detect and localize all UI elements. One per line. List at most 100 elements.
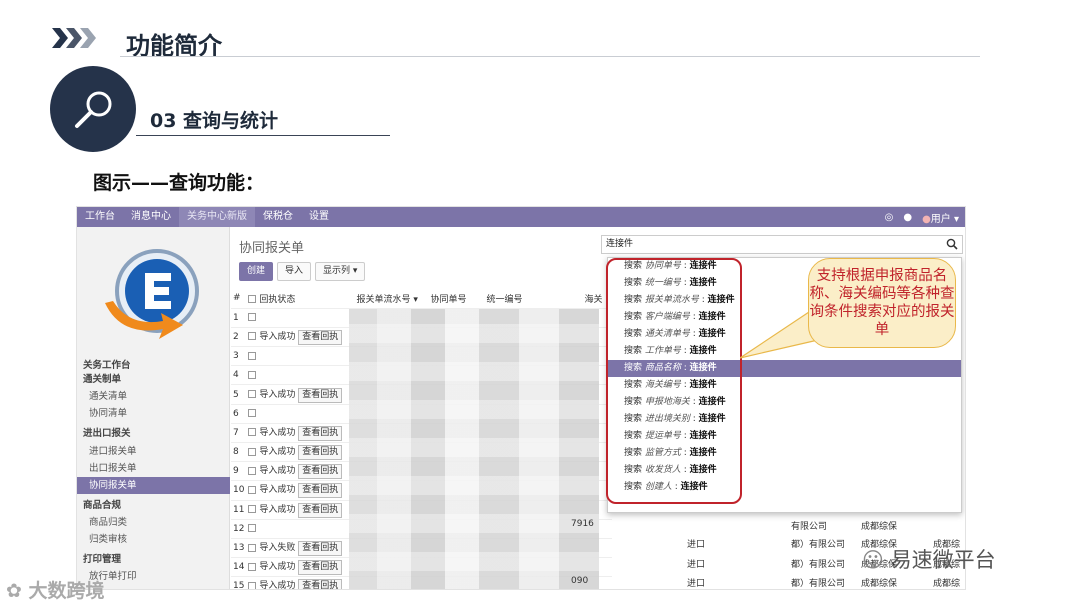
view-receipt-button[interactable]: 查看回执	[298, 464, 343, 480]
row-checkbox[interactable]	[248, 351, 257, 360]
row-checkbox[interactable]	[248, 485, 257, 494]
view-receipt-button[interactable]: 查看回执	[298, 560, 343, 576]
row-status: 导入成功	[259, 485, 296, 496]
search-icon[interactable]	[946, 238, 958, 250]
row-checkbox[interactable]	[248, 505, 257, 514]
row-status-cell: 导入成功 查看回执	[246, 557, 355, 578]
section-title: 03 查询与统计	[150, 110, 279, 132]
row-region-extra: 成都综	[933, 579, 961, 589]
view-receipt-button[interactable]: 查看回执	[298, 387, 343, 403]
row-checkbox[interactable]	[248, 466, 257, 475]
watermark-right: ☺ 易速微平台	[862, 548, 996, 572]
sidebar-item-export-declaration[interactable]: 出口报关单	[77, 460, 230, 477]
help-icon[interactable]: ◎	[885, 212, 894, 223]
row-index: 11	[231, 500, 247, 520]
row-index: 3	[231, 346, 247, 367]
view-receipt-button[interactable]: 查看回执	[298, 329, 343, 345]
sidebar: 关务工作台 通关制单 通关清单 协同清单 进出口报关 进口报关单 出口报关单 协…	[77, 227, 230, 589]
row-checkbox[interactable]	[248, 313, 257, 322]
figure-label: 图示——查询功能：	[93, 172, 265, 194]
row-serial-fragment: 7916	[571, 519, 594, 529]
col-header-index: #	[231, 289, 247, 309]
row-status-cell: 导入成功 查看回执	[246, 480, 355, 501]
row-checkbox[interactable]	[248, 332, 257, 341]
row-port: 进口	[687, 540, 706, 550]
row-status: 导入成功	[259, 466, 296, 477]
row-status-cell: 导入失败 查看回执	[246, 538, 355, 559]
row-status: 导入成功	[259, 581, 296, 590]
row-status-cell: 导入成功 查看回执	[246, 327, 355, 348]
row-checkbox[interactable]	[248, 562, 257, 571]
row-company: 都）有限公司	[791, 579, 846, 589]
row-status-cell	[246, 365, 355, 386]
row-checkbox[interactable]	[248, 390, 257, 399]
sidebar-item-import-declaration[interactable]: 进口报关单	[77, 443, 230, 460]
sidebar-item-import-export[interactable]: 进出口报关	[77, 425, 230, 442]
row-status-cell	[246, 346, 355, 367]
row-status: 导入失败	[259, 543, 296, 554]
row-status-cell: 导入成功 查看回执	[246, 500, 355, 520]
sidebar-item-compliance[interactable]: 商品合规	[77, 497, 230, 514]
view-receipt-button[interactable]: 查看回执	[298, 579, 343, 589]
sidebar-item-coop-list[interactable]: 协同清单	[77, 405, 230, 422]
row-status-cell: 导入成功 查看回执	[246, 461, 355, 482]
col-header-serial[interactable]: 报关单流水号 ▾	[354, 289, 429, 309]
view-receipt-button[interactable]: 查看回执	[298, 445, 343, 461]
sidebar-item-classification[interactable]: 商品归类	[77, 514, 230, 531]
row-status: 导入成功	[259, 447, 296, 458]
view-receipt-button[interactable]: 查看回执	[298, 502, 343, 518]
highlight-box	[606, 258, 742, 504]
row-index: 2	[231, 327, 247, 348]
sidebar-item-print[interactable]: 打印管理	[77, 551, 230, 568]
view-receipt-button[interactable]: 查看回执	[298, 483, 343, 499]
sidebar-item-clearance-list[interactable]: 通关清单	[77, 388, 230, 405]
row-checkbox[interactable]	[248, 524, 257, 533]
nav-item-settings[interactable]: 设置	[301, 207, 337, 227]
row-checkbox[interactable]	[248, 409, 257, 418]
chat-icon[interactable]: ●	[903, 212, 912, 223]
col-header-coop-no[interactable]: 协同单号	[428, 289, 485, 309]
nav-item-customs-center[interactable]: 关务中心新版	[179, 207, 255, 227]
row-checkbox[interactable]	[248, 581, 257, 589]
col-header-unified-no[interactable]: 统一编号	[484, 289, 583, 309]
nav-item-messages[interactable]: 消息中心	[123, 207, 179, 227]
row-checkbox[interactable]	[248, 370, 257, 379]
import-button[interactable]: 导入	[277, 262, 312, 281]
row-checkbox[interactable]	[248, 447, 257, 456]
row-index: 8	[231, 442, 247, 463]
watermark-left: ✿ 大数跨境	[6, 580, 105, 602]
row-index: 5	[231, 384, 247, 405]
sidebar-item-clearance[interactable]: 通关制单	[77, 371, 230, 388]
create-button[interactable]: 创建	[239, 262, 274, 281]
row-checkbox[interactable]	[248, 543, 257, 552]
row-status-cell	[246, 519, 355, 539]
row-status-cell	[246, 404, 355, 424]
nav-item-workbench[interactable]: 工作台	[77, 207, 123, 227]
select-all-checkbox[interactable]	[248, 295, 257, 304]
app-logo	[105, 249, 199, 339]
row-region: 成都综保	[861, 522, 898, 532]
row-index: 4	[231, 365, 247, 386]
row-serial-fragment: 090	[571, 576, 589, 586]
row-region: 成都综保	[861, 579, 898, 589]
row-checkbox[interactable]	[248, 428, 257, 437]
search-input[interactable]: 连接件	[601, 235, 963, 254]
row-status-cell: 导入成功 查看回执	[246, 384, 355, 405]
row-index: 15	[231, 576, 247, 589]
sidebar-item-class-review[interactable]: 归类审核	[77, 531, 230, 548]
view-receipt-button[interactable]: 查看回执	[298, 425, 343, 441]
search-value: 连接件	[606, 239, 634, 249]
user-menu[interactable]: ●用户 ▾	[922, 210, 959, 225]
row-index: 12	[231, 519, 247, 539]
row-status: 导入成功	[259, 427, 296, 438]
col-header-status[interactable]: 回执状态	[246, 289, 355, 309]
sidebar-item-coop-declaration[interactable]: 协同报关单	[77, 477, 230, 494]
row-company: 都）有限公司	[791, 560, 846, 570]
view-receipt-button[interactable]: 查看回执	[298, 541, 343, 557]
chevron-arrows-icon	[52, 28, 96, 48]
columns-button[interactable]: 显示列 ▾	[315, 262, 366, 281]
row-port: 进口	[687, 579, 706, 589]
nav-item-bonded-warehouse[interactable]: 保税仓	[255, 207, 301, 227]
row-company: 都）有限公司	[791, 540, 846, 550]
paw-icon: ✿	[6, 580, 22, 602]
